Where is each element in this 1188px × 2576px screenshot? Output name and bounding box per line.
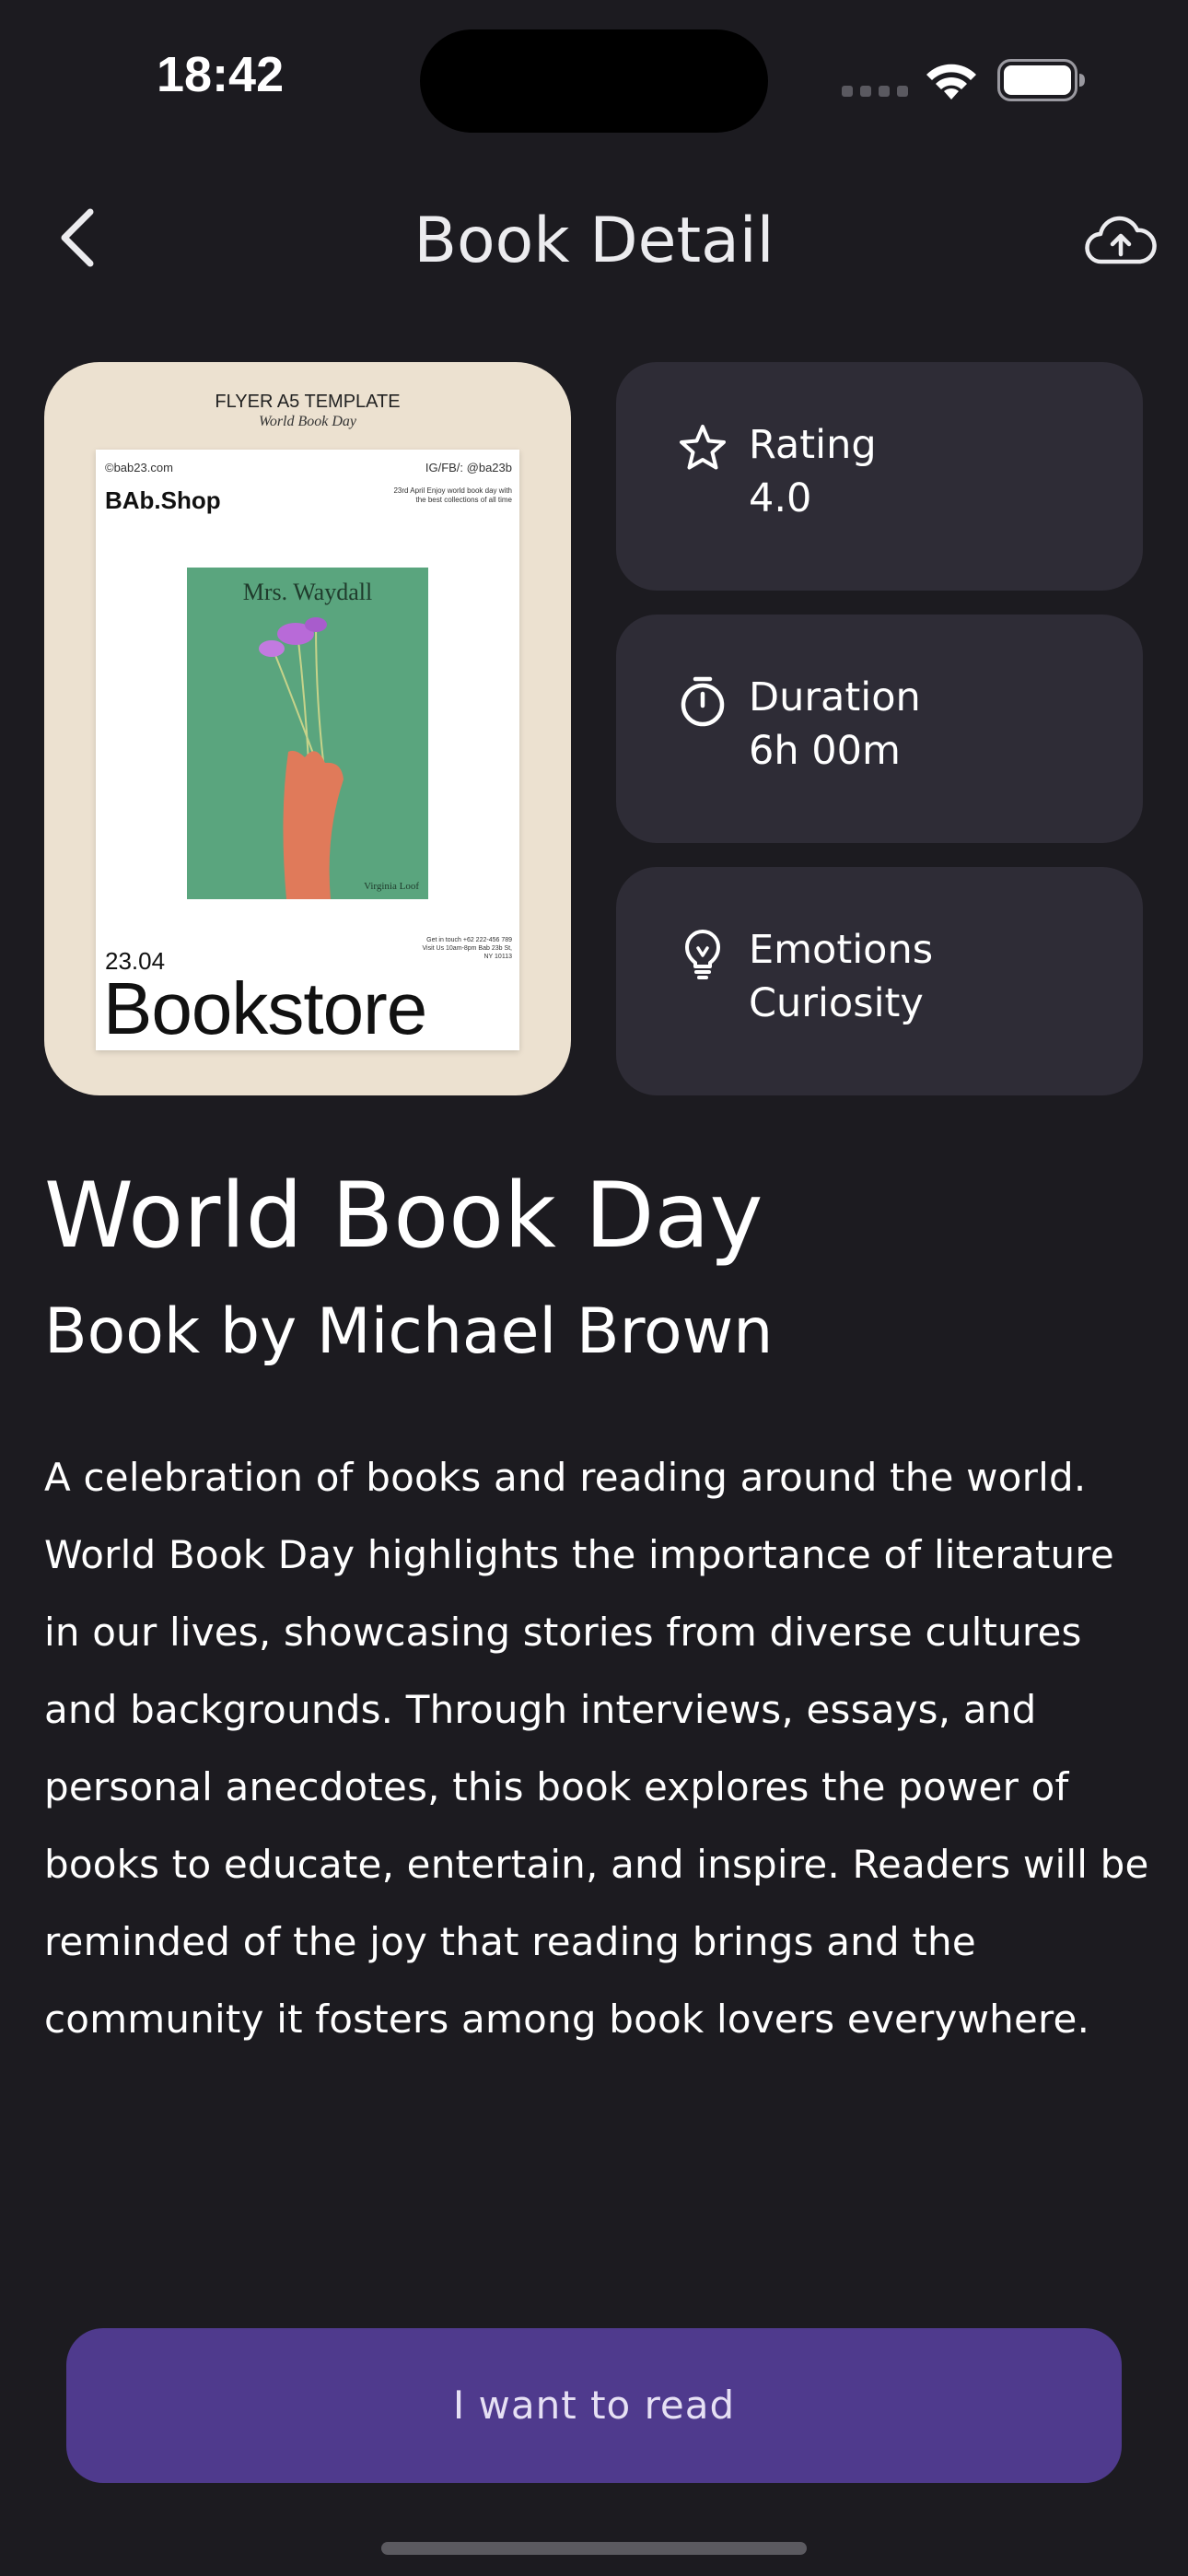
want-to-read-button[interactable]: I want to read: [66, 2328, 1122, 2483]
status-time: 18:42: [157, 47, 285, 102]
poster-store-name: Bookstore: [103, 967, 427, 1049]
battery-icon: [997, 59, 1085, 101]
rating-value: 4.0: [749, 475, 812, 521]
star-icon: [680, 425, 726, 470]
poster-website: ©bab23.com: [105, 461, 173, 474]
cover-poster: ©bab23.com IG/FB/: @ba23b BAb.Shop 23rd …: [96, 450, 519, 1050]
poster-brand: BAb.Shop: [105, 486, 221, 514]
rating-label: Rating: [749, 422, 877, 468]
emotions-value: Curiosity: [749, 980, 924, 1026]
emotions-card: Emotions Curiosity: [616, 867, 1143, 1095]
poster-social: IG/FB/: @ba23b: [425, 461, 512, 474]
book-cover: FLYER A5 TEMPLATE World Book Day ©bab23.…: [44, 362, 571, 1095]
book-author: Book by Michael Brown: [44, 1295, 774, 1368]
poster-artwork: Mrs. Waydall Virginia Loof: [187, 568, 428, 899]
book-title: World Book Day: [44, 1164, 763, 1269]
dynamic-island: [420, 29, 768, 133]
poster-contact: Get in touch +62 222-456 789 Visit Us 10…: [422, 937, 512, 960]
poster-note: 23rd April Enjoy world book day with the…: [393, 486, 512, 504]
flower-hand-illustration: [259, 617, 344, 899]
lightbulb-icon: [685, 930, 720, 979]
rating-card: Rating 4.0: [616, 362, 1143, 591]
cover-flyer-title: FLYER A5 TEMPLATE: [215, 392, 401, 412]
artwork-author: Virginia Loof: [364, 881, 419, 892]
cellular-signal-icon: [842, 86, 908, 97]
duration-label: Duration: [749, 674, 921, 720]
duration-card: Duration 6h 00m: [616, 615, 1143, 843]
page-title: Book Detail: [413, 205, 775, 277]
duration-value: 6h 00m: [749, 728, 901, 774]
stopwatch-icon: [681, 676, 725, 727]
cover-flyer-subtitle: World Book Day: [258, 414, 357, 429]
home-indicator[interactable]: [381, 2542, 807, 2555]
wifi-icon: [926, 64, 976, 100]
emotions-label: Emotions: [749, 927, 934, 973]
book-description: A celebration of books and reading aroun…: [44, 1455, 1149, 2042]
cloud-upload-button[interactable]: [1085, 214, 1157, 265]
